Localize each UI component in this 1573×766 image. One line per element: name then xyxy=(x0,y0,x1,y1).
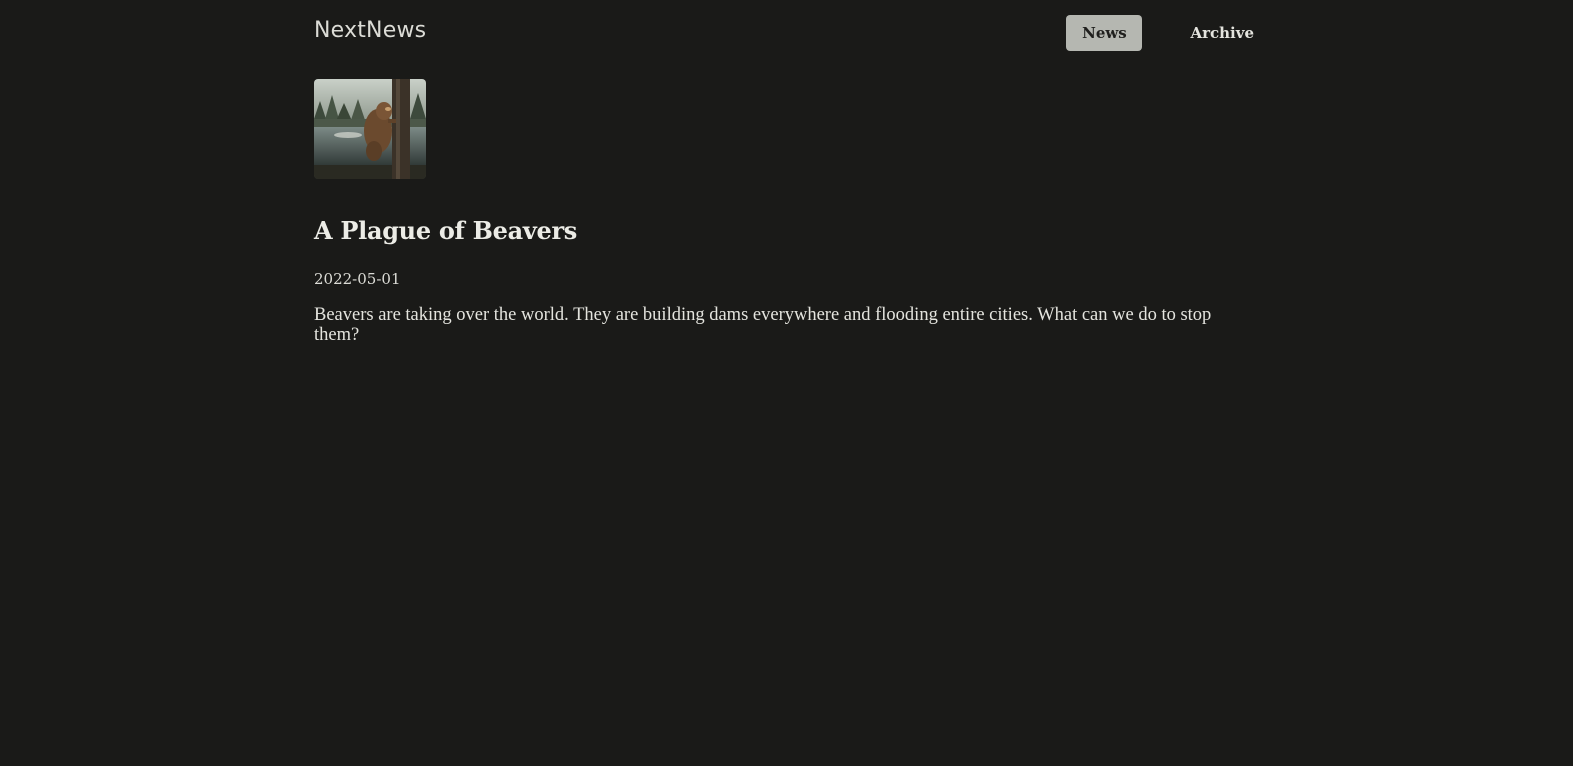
article-title: A Plague of Beavers xyxy=(314,216,578,245)
main-nav: News Archive xyxy=(1066,15,1258,51)
nav-news-link[interactable]: News xyxy=(1066,15,1143,51)
beaver-photo-icon xyxy=(314,79,426,179)
article-image[interactable] xyxy=(314,79,426,179)
site-header: NextNews News Archive xyxy=(314,0,1258,66)
site-logo-link[interactable]: NextNews xyxy=(314,18,426,43)
article-date: 2022-05-01 xyxy=(314,270,401,288)
article-body: Beavers are taking over the world. They … xyxy=(314,305,1212,345)
nav-archive-link[interactable]: Archive xyxy=(1174,15,1258,51)
page-container: NextNews News Archive A Plague of Beaver… xyxy=(314,0,1258,345)
